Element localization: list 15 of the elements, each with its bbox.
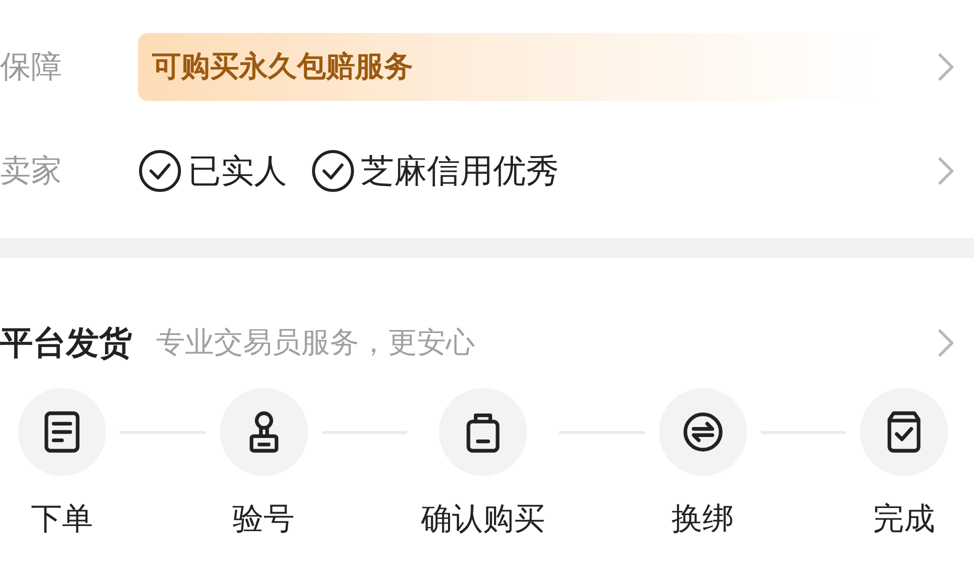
section-subtitle: 专业交易员服务，更安心: [156, 324, 475, 361]
check-circle-icon: [311, 149, 355, 193]
row-label: 卖家: [0, 152, 63, 191]
chevron-right-icon[interactable]: [936, 51, 956, 83]
seller-badge-label: 已实人: [188, 150, 287, 192]
step-label: 确认购买: [421, 500, 545, 539]
step-label: 验号: [232, 500, 294, 539]
step-label: 换绑: [672, 500, 734, 539]
check-circle-icon: [138, 149, 182, 193]
chevron-right-icon[interactable]: [936, 327, 956, 359]
chevron-right-icon[interactable]: [936, 155, 956, 187]
row-label: 保障: [0, 48, 63, 87]
seller-badge-label: 芝麻信用优秀: [361, 150, 559, 192]
step-label: 完成: [873, 500, 935, 539]
step-label: 下单: [31, 500, 93, 539]
